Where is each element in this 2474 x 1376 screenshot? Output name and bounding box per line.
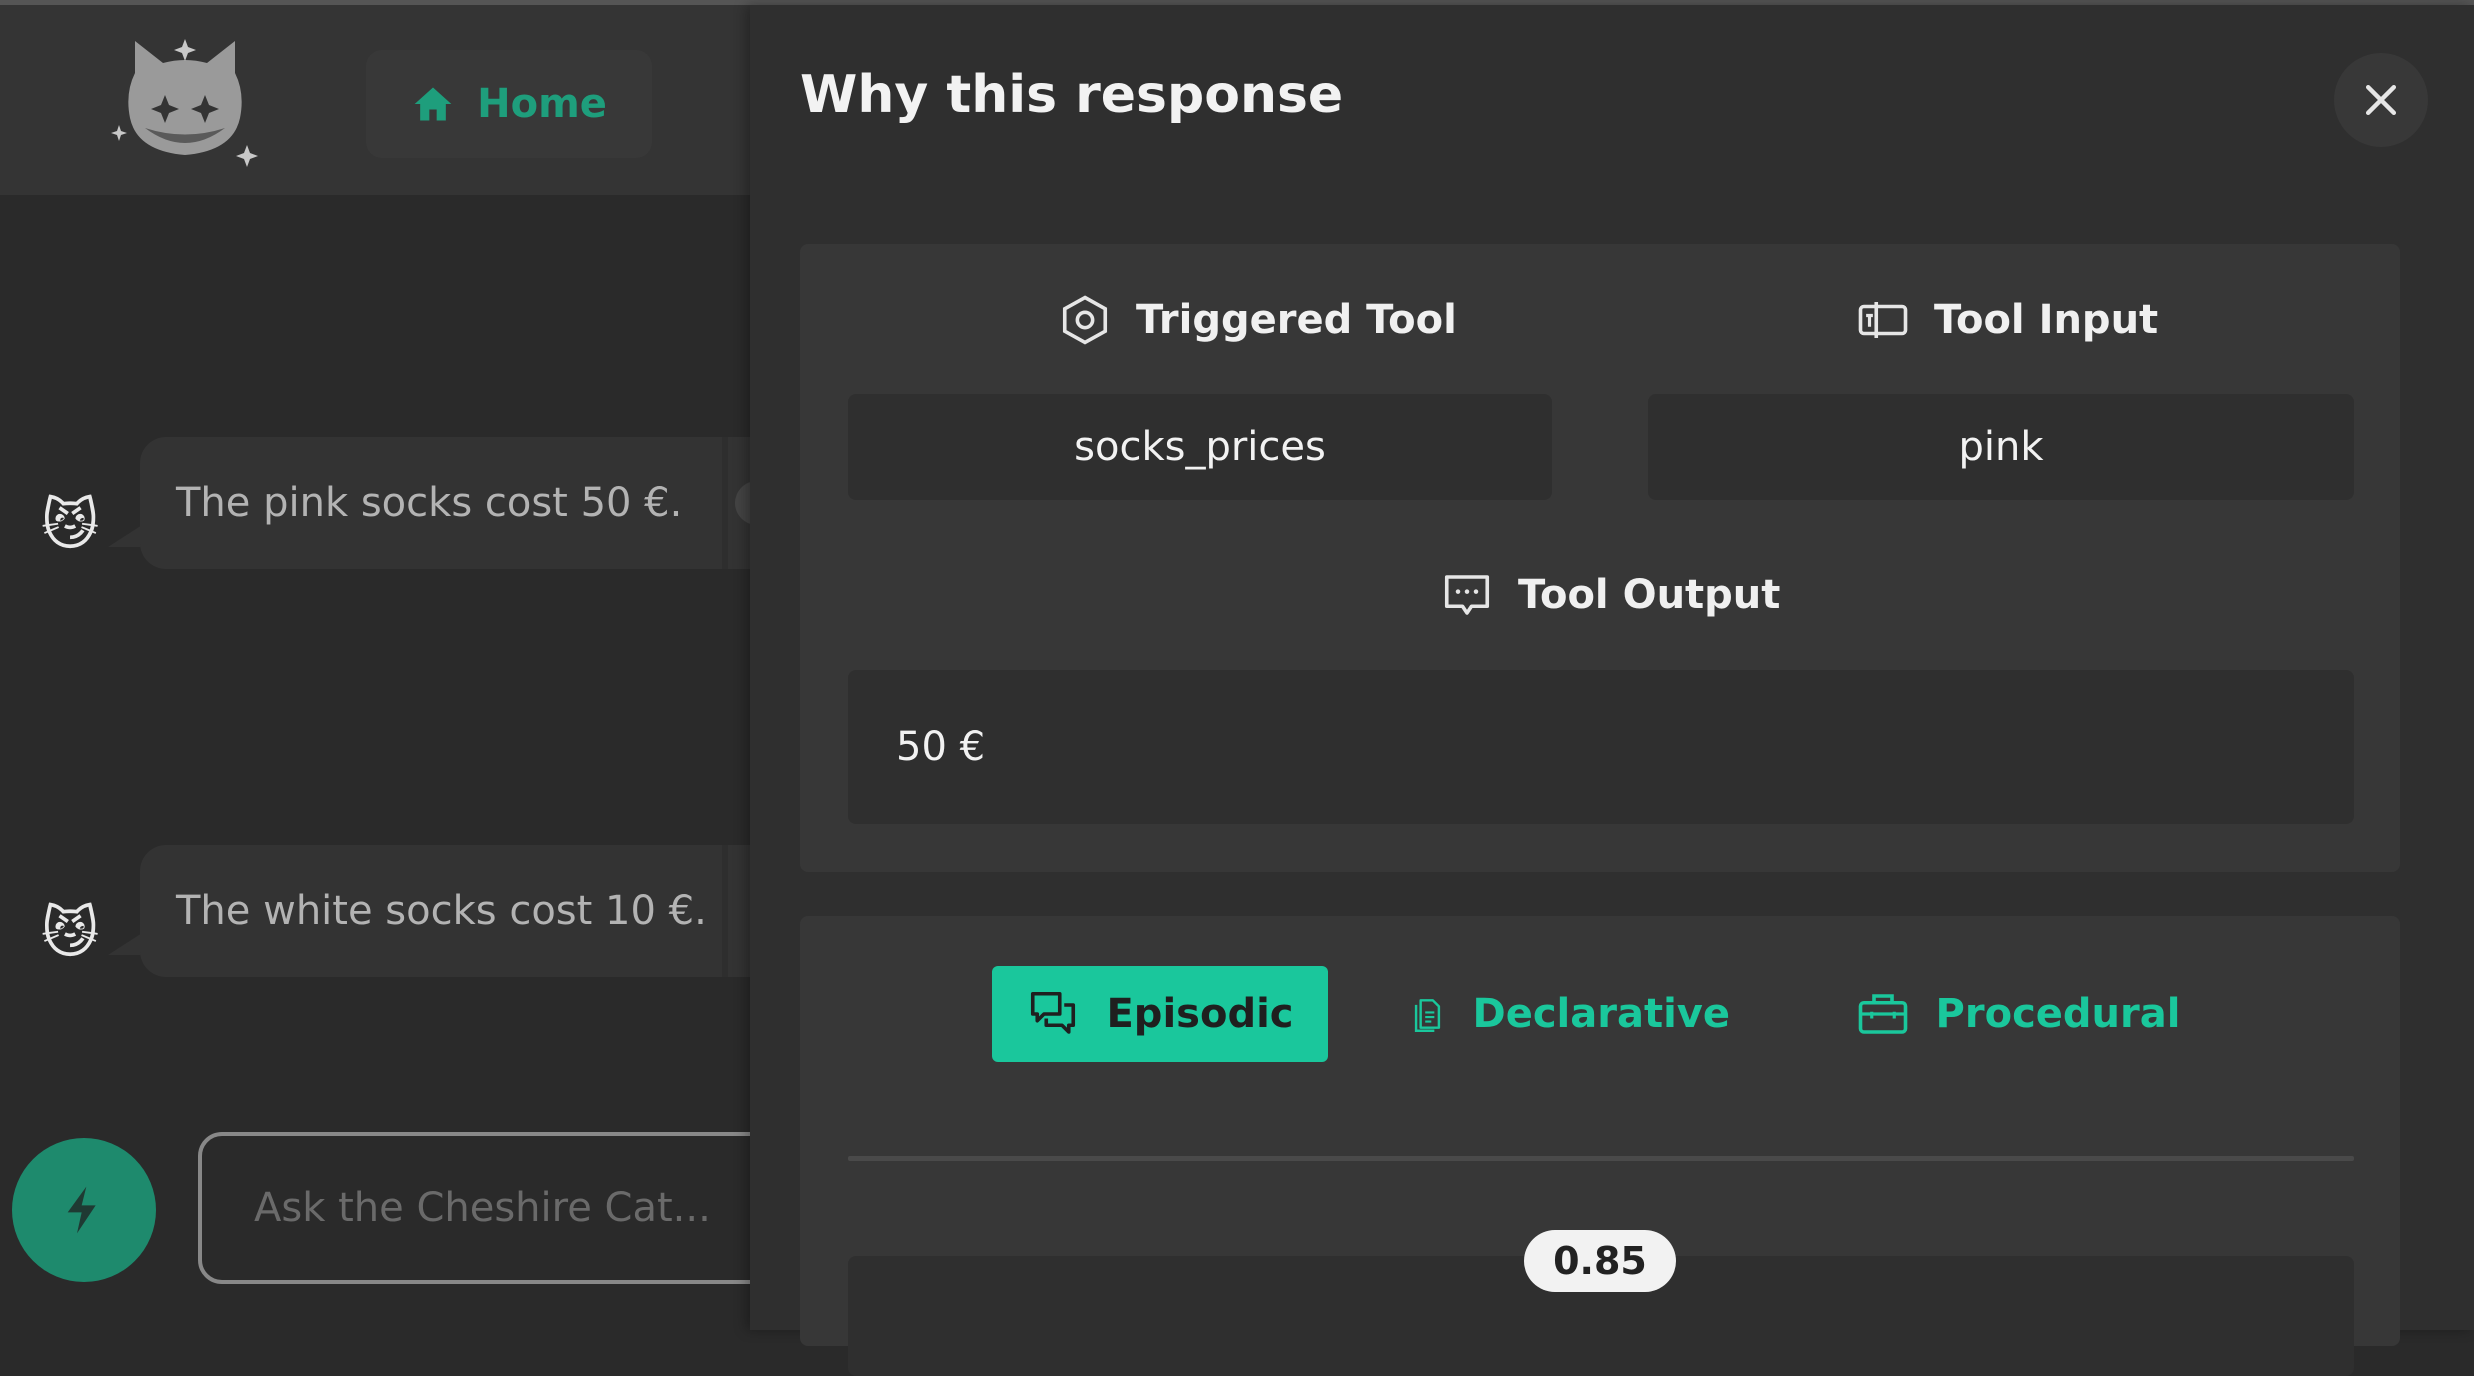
- message-bubble: The pink socks cost 50 €.: [140, 437, 760, 569]
- message-text: The pink socks cost 50 €.: [176, 480, 683, 526]
- tool-input-value: pink: [1648, 394, 2354, 500]
- close-button[interactable]: [2334, 53, 2428, 147]
- panel-title: Why this response: [800, 65, 1344, 125]
- chat-message: 😼 The pink socks cost 50 €.: [0, 437, 779, 569]
- home-button[interactable]: Home: [366, 50, 652, 158]
- message-actions-divider: [722, 845, 728, 977]
- tabs-divider: [848, 1156, 2354, 1161]
- briefcase-icon: [1858, 994, 1907, 1034]
- chat-bubbles-icon: [1031, 991, 1076, 1034]
- tab-episodic[interactable]: Episodic: [992, 966, 1328, 1062]
- tool-input-heading: Tool Input: [1856, 293, 2158, 347]
- tool-output-heading: Tool Output: [1440, 568, 1780, 622]
- memory-score-badge: 0.85: [1524, 1230, 1676, 1292]
- app-header: Home: [0, 5, 760, 195]
- cat-avatar: 😼: [40, 493, 100, 558]
- why-response-panel: Why this response Triggered Tool Tool In…: [750, 5, 2474, 1376]
- memory-card: Episodic Declarative Procedural 0.85: [800, 916, 2400, 1376]
- document-icon: [1414, 999, 1441, 1032]
- tab-procedural[interactable]: Procedural: [1852, 966, 2184, 1062]
- home-icon: [414, 87, 452, 121]
- message-actions-divider: [722, 437, 728, 569]
- message-bubble: The white socks cost 10 €.: [140, 845, 760, 977]
- message-dots-icon: [1444, 575, 1490, 615]
- tab-declarative-label: Declarative: [1472, 991, 1731, 1037]
- bubble-tail: [108, 933, 142, 955]
- input-icon: [1858, 302, 1908, 338]
- tab-declarative[interactable]: Declarative: [1410, 966, 1730, 1062]
- send-button[interactable]: [12, 1138, 156, 1282]
- chat-input[interactable]: [198, 1132, 798, 1284]
- chat-message: 😼 The white socks cost 10 €.: [0, 845, 760, 977]
- hexagon-icon: [1062, 295, 1108, 345]
- close-icon: [2365, 84, 2397, 116]
- tool-input-label: Tool Input: [1934, 297, 2159, 343]
- cheshire-cat-logo[interactable]: [105, 33, 265, 173]
- triggered-tool-value: socks_prices: [848, 394, 1552, 500]
- triggered-tool-label: Triggered Tool: [1136, 297, 1457, 343]
- cat-avatar: 😼: [40, 901, 100, 966]
- tool-output-value: 50 €: [848, 670, 2354, 824]
- triggered-tool-heading: Triggered Tool: [1058, 293, 1457, 347]
- tab-procedural-label: Procedural: [1935, 991, 2181, 1037]
- home-label: Home: [477, 81, 607, 127]
- bubble-tail: [108, 525, 142, 547]
- tool-card: Triggered Tool Tool Input socks_prices p…: [800, 244, 2400, 872]
- tool-output-label: Tool Output: [1518, 572, 1781, 618]
- bolt-icon: [67, 1186, 96, 1234]
- tab-episodic-label: Episodic: [1106, 991, 1294, 1037]
- message-text: The white socks cost 10 €.: [176, 888, 707, 934]
